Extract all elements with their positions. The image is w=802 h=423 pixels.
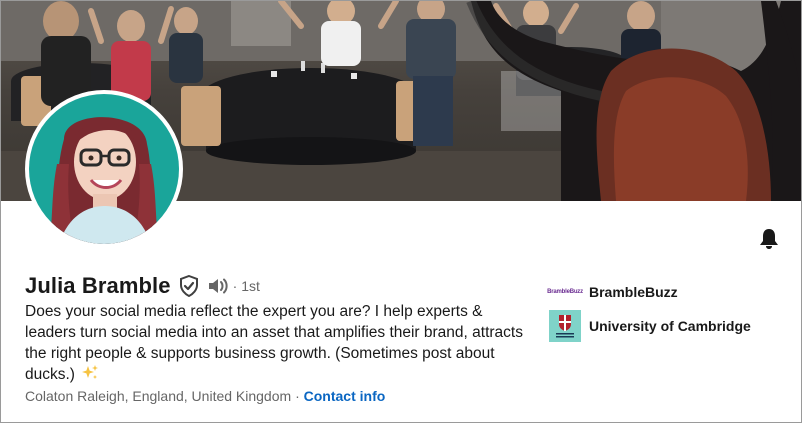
bramblebuzz-logo: BrambleBuzz [547, 289, 583, 295]
org-name: University of Cambridge [589, 318, 751, 334]
contact-info-link[interactable]: Contact info [304, 388, 386, 404]
location-separator: · [295, 388, 300, 404]
connection-degree: 1st [241, 278, 260, 294]
profile-location: Colaton Raleigh, England, United Kingdom [25, 388, 292, 404]
sparkles-icon [81, 365, 99, 381]
university-of-cambridge-logo [549, 310, 581, 342]
profile-avatar[interactable] [25, 90, 183, 248]
org-item-bramblebuzz[interactable]: BrambleBuzz BrambleBuzz [547, 276, 678, 308]
profile-card: Julia Bramble · 1st Does your social med… [0, 0, 802, 423]
shield-check-icon[interactable] [179, 274, 199, 298]
name-row: Julia Bramble · 1st [25, 272, 260, 300]
org-item-university-of-cambridge[interactable]: University of Cambridge [549, 310, 751, 342]
location-row: Colaton Raleigh, England, United Kingdom… [25, 388, 385, 404]
connection-degree-separator: · [232, 278, 238, 294]
bell-icon[interactable] [757, 227, 781, 251]
org-name: BrambleBuzz [589, 284, 678, 300]
headline-text: Does your social media reflect the exper… [25, 303, 523, 383]
profile-headline: Does your social media reflect the exper… [25, 301, 530, 385]
profile-name: Julia Bramble [25, 273, 171, 298]
speaker-icon[interactable] [207, 276, 229, 296]
